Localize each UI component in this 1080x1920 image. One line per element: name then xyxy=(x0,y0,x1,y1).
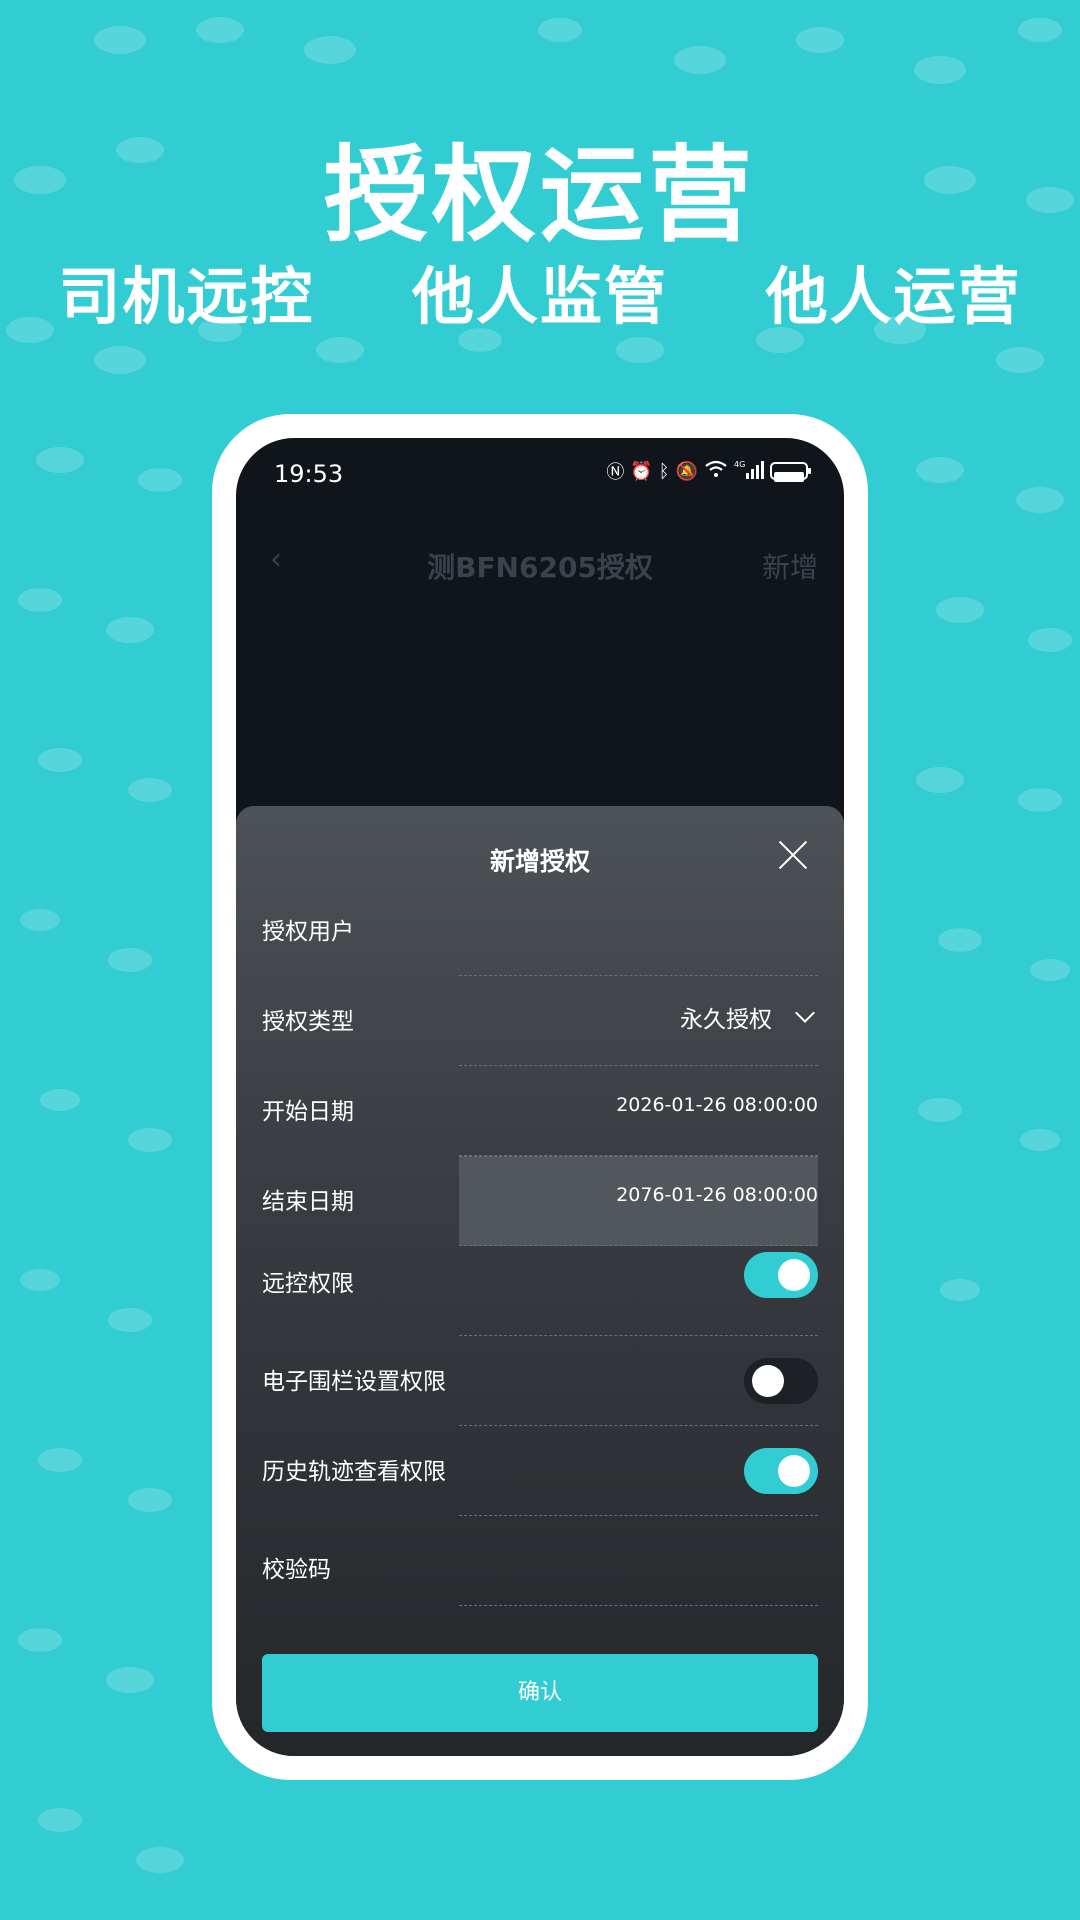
promo-sub-item: 他人运营 xyxy=(765,260,1022,333)
wifi-icon xyxy=(704,460,728,483)
authorization-type-row[interactable]: 授权类型 永久授权 xyxy=(262,976,818,1066)
row-divider xyxy=(459,1605,818,1606)
network-label: 4G xyxy=(734,460,745,469)
promo-sub-item: 司机远控 xyxy=(58,260,315,333)
battery-icon xyxy=(770,462,811,482)
add-button[interactable]: 新增 xyxy=(762,546,818,586)
authorized-user-label: 授权用户 xyxy=(262,919,354,945)
geofence-permission-row: 电子围栏设置权限 xyxy=(262,1336,818,1426)
status-time: 19:53 xyxy=(274,460,344,488)
4g-signal-icon: 4G xyxy=(734,459,764,484)
nfc-icon: Ⓝ xyxy=(606,462,625,483)
confirm-button[interactable]: 确认 xyxy=(262,1654,818,1732)
promo-headline: 授权运营 xyxy=(323,134,756,256)
geofence-permission-label: 电子围栏设置权限 xyxy=(262,1369,446,1395)
mute-icon: 🔕 xyxy=(675,460,698,482)
end-date-row[interactable]: 结束日期 2076-01-26 08:00:00 xyxy=(262,1156,818,1246)
authorization-type-label: 授权类型 xyxy=(262,1009,354,1035)
authorization-type-select[interactable]: 永久授权 xyxy=(680,1000,818,1034)
end-date-label: 结束日期 xyxy=(262,1189,354,1215)
start-date-row[interactable]: 开始日期 2026-01-26 08:00:00 xyxy=(262,1066,818,1156)
start-date-label: 开始日期 xyxy=(262,1099,354,1125)
remote-control-toggle[interactable] xyxy=(744,1252,818,1298)
bluetooth-icon: ᛒ xyxy=(658,460,670,482)
history-track-permission-row: 历史轨迹查看权限 xyxy=(262,1426,818,1516)
status-bar: 19:53 Ⓝ ⏰ ᛒ 🔕 4G xyxy=(236,438,844,508)
alarm-icon: ⏰ xyxy=(630,460,653,482)
page-title: 测BFN6205授权 xyxy=(427,551,653,584)
end-date-value[interactable]: 2076-01-26 08:00:00 xyxy=(616,1184,818,1206)
sheet-title: 新增授权 xyxy=(489,847,590,876)
start-date-value[interactable]: 2026-01-26 08:00:00 xyxy=(616,1094,818,1116)
history-track-toggle[interactable] xyxy=(744,1448,818,1494)
verification-code-label: 校验码 xyxy=(262,1557,331,1583)
geofence-toggle[interactable] xyxy=(744,1358,818,1404)
nav-bar: ‹ 测BFN6205授权 新增 xyxy=(236,528,844,598)
chevron-down-icon xyxy=(795,1003,815,1023)
close-icon[interactable] xyxy=(778,840,808,870)
remote-control-permission-label: 远控权限 xyxy=(262,1271,354,1297)
remote-control-permission-row: 远控权限 xyxy=(262,1246,818,1336)
promo-subline: 司机远控 他人监管 他人运营 xyxy=(0,246,1080,336)
history-track-permission-label: 历史轨迹查看权限 xyxy=(262,1459,446,1485)
promo-sub-item: 他人监管 xyxy=(411,260,668,333)
phone-screen: 19:53 Ⓝ ⏰ ᛒ 🔕 4G ‹ 测BFN6205授权 新增 新增授权 授权… xyxy=(236,438,844,1756)
authorization-type-value: 永久授权 xyxy=(680,1007,772,1033)
add-authorization-sheet: 新增授权 授权用户 授权类型 永久授权 开始日期 2026-01-26 08:0… xyxy=(236,806,844,1756)
phone-frame: 19:53 Ⓝ ⏰ ᛒ 🔕 4G ‹ 测BFN6205授权 新增 新增授权 授权… xyxy=(212,414,868,1780)
verification-code-row[interactable]: 校验码 xyxy=(262,1516,818,1606)
authorized-user-row[interactable]: 授权用户 xyxy=(262,886,818,976)
status-icons: Ⓝ ⏰ ᛒ 🔕 4G xyxy=(606,458,811,484)
